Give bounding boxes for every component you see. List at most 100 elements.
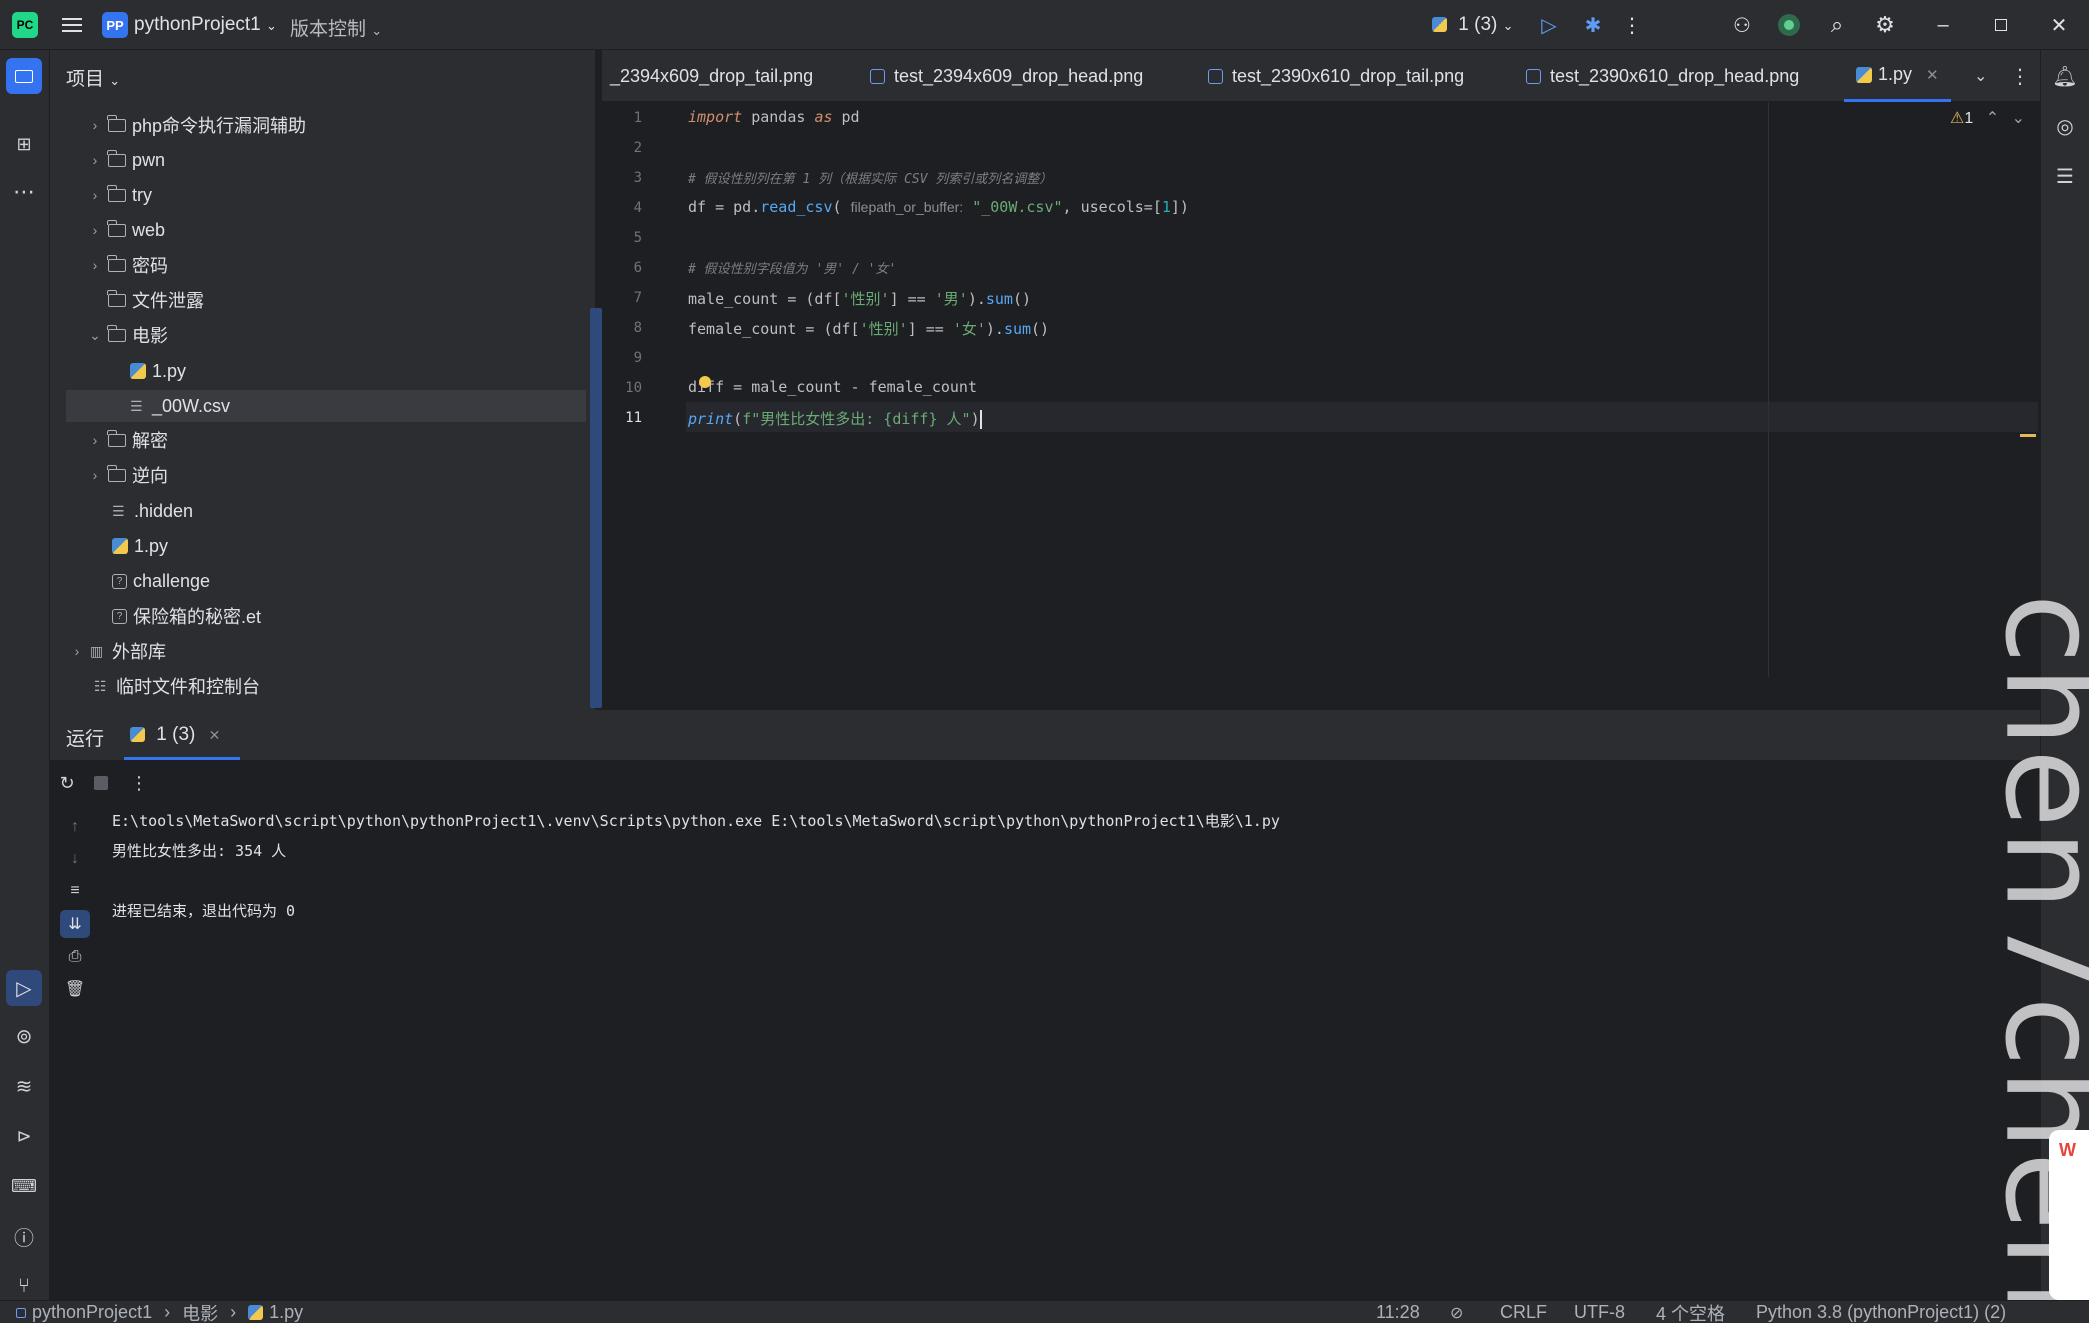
tree-item-file[interactable]: ? challenge: [112, 565, 210, 597]
text-file-icon: ☰: [112, 503, 125, 519]
tree-item-folder[interactable]: › pwn: [88, 144, 165, 176]
code-line-4[interactable]: df = pd.read_csv( filepath_or_buffer: "_…: [688, 198, 1189, 216]
vcs-menu-label: 版本控制: [290, 19, 367, 40]
layers-icon[interactable]: ≋: [8, 1070, 40, 1102]
code-line-11[interactable]: print(f"男性比女性多出: {diff} 人"): [688, 408, 982, 429]
print-icon[interactable]: ⎙: [64, 946, 86, 968]
problems-icon[interactable]: ⓘ: [8, 1220, 40, 1252]
left-tool-strip: ⊞ ⋯ ▷ ⊚ ≋ ⊳ ⌨ ⓘ ⑂: [0, 50, 50, 1300]
git-branch-icon[interactable]: ⑂: [8, 1270, 40, 1302]
tree-item-label: 文件泄露: [132, 291, 204, 311]
code-line-3[interactable]: # 假设性别列在第 1 列（根据实际 CSV 列索引或列名调整）: [688, 168, 1052, 187]
more-tools-icon[interactable]: ⋯: [8, 176, 40, 208]
search-icon[interactable]: ⌕: [1824, 12, 1850, 38]
tab-image-file[interactable]: test_2390x610_drop_head.png: [1526, 50, 1799, 102]
ai-assistant-icon[interactable]: [1778, 14, 1800, 36]
run-tool-icon[interactable]: ▷: [6, 970, 42, 1006]
close-tab-icon[interactable]: ✕: [1926, 66, 1939, 84]
scratch-file-icon: ☷: [94, 678, 107, 694]
code-line-1[interactable]: import pandas as pd: [688, 108, 860, 126]
project-selector[interactable]: pythonProject1 ⌄: [134, 14, 277, 36]
rerun-icon[interactable]: ↻: [56, 772, 78, 794]
code-line-6[interactable]: # 假设性别字段值为 '男' / '女': [688, 258, 896, 277]
caret-position[interactable]: 11:28: [1376, 1301, 1420, 1323]
tree-item-file[interactable]: ? 保险箱的秘密.et: [112, 600, 261, 632]
tree-item-folder[interactable]: ⌄ 电影: [88, 319, 168, 351]
breadcrumb-item[interactable]: 电影: [182, 1300, 218, 1323]
more-run-options-icon[interactable]: ⋮: [128, 772, 150, 794]
file-encoding[interactable]: UTF-8: [1574, 1301, 1625, 1323]
line-number-current: 11: [625, 410, 642, 426]
tree-item-folder[interactable]: › php命令执行漏洞辅助: [88, 109, 306, 141]
chevron-down-icon[interactable]: ⌄: [2012, 110, 2025, 127]
project-scrollbar[interactable]: [590, 308, 602, 708]
line-separator[interactable]: CRLF: [1500, 1301, 1547, 1323]
project-folder-icon[interactable]: [6, 58, 42, 94]
debug-icon[interactable]: ✱: [1580, 12, 1606, 38]
tab-list-chevron-icon[interactable]: ⌄: [1974, 50, 1987, 102]
close-window-icon[interactable]: ✕: [2046, 12, 2072, 38]
trash-icon[interactable]: 🗑︎: [64, 978, 86, 1000]
chevron-up-icon[interactable]: ⌃: [1986, 110, 1999, 127]
tree-item-folder[interactable]: 文件泄露: [88, 284, 204, 316]
inspection-widget[interactable]: ⚠1 ⌃ ⌄: [1950, 108, 2025, 128]
python-interpreter[interactable]: Python 3.8 (pythonProject1) (2): [1756, 1301, 2006, 1323]
tree-item-folder[interactable]: › web: [88, 214, 165, 246]
breadcrumb-item[interactable]: 1.py: [269, 1302, 303, 1323]
maximize-icon[interactable]: [1988, 12, 2014, 38]
tab-image-file[interactable]: test_2394x609_drop_head.png: [870, 50, 1143, 102]
notifications-bell-icon[interactable]: 🔔︎: [2049, 60, 2081, 92]
lightbulb-intention-icon[interactable]: [699, 376, 711, 388]
editor-tab-bar: _2394x609_drop_tail.png test_2394x609_dr…: [602, 50, 2040, 102]
notification-popup[interactable]: W: [2049, 1130, 2089, 1300]
project-panel-header[interactable]: 项目 ⌄: [66, 64, 120, 91]
run-icon[interactable]: ▷: [1536, 12, 1562, 38]
tree-item-label: 临时文件和控制台: [116, 677, 260, 697]
ai-chat-icon[interactable]: ◎: [2049, 110, 2081, 142]
python-console-icon[interactable]: ⊚: [8, 1020, 40, 1052]
tree-item-file[interactable]: ☰ .hidden: [112, 495, 193, 527]
tab-image-file[interactable]: _2394x609_drop_tail.png: [610, 50, 813, 102]
run-tab[interactable]: 1 (3) ✕: [124, 724, 240, 760]
terminal-icon[interactable]: ⌨: [8, 1170, 40, 1202]
run-config-selector[interactable]: 1 (3) ⌄: [1432, 14, 1514, 36]
tree-item-folder[interactable]: › try: [88, 179, 152, 211]
scroll-to-end-icon[interactable]: ⇊: [60, 910, 90, 938]
vcs-menu[interactable]: 版本控制 ⌄: [290, 14, 382, 41]
tree-item-library[interactable]: › ▥ 外部库: [70, 635, 166, 667]
tab-active-python[interactable]: 1.py ✕: [1844, 50, 1951, 102]
inspections-off-icon[interactable]: ⊘: [1450, 1301, 1463, 1323]
close-tab-icon[interactable]: ✕: [209, 727, 221, 743]
soft-wrap-icon[interactable]: ≡: [64, 880, 86, 902]
tree-item-file[interactable]: 1.py: [112, 530, 168, 562]
code-line-7[interactable]: male_count = (df['性别'] == '男').sum(): [688, 288, 1031, 309]
code-line-10[interactable]: diff = male_count - female_count: [688, 378, 977, 396]
tree-item-file-selected[interactable]: ☰ _00W.csv: [66, 390, 586, 422]
tab-image-file[interactable]: test_2390x610_drop_tail.png: [1208, 50, 1464, 102]
tree-item-folder[interactable]: › 解密: [88, 424, 168, 456]
tab-options-icon[interactable]: ⋮: [2010, 50, 2030, 102]
tree-item-file[interactable]: 1.py: [130, 355, 186, 387]
settings-gear-icon[interactable]: ⚙: [1872, 12, 1898, 38]
minimize-icon[interactable]: –: [1930, 12, 1956, 38]
structure-icon[interactable]: ⊞: [8, 128, 40, 160]
chevron-down-icon: ⌄: [1502, 18, 1514, 33]
folder-icon: [107, 219, 126, 237]
arrow-up-icon[interactable]: ↑: [64, 816, 86, 838]
main-menu-icon[interactable]: [58, 12, 86, 38]
line-number: 1: [633, 110, 642, 126]
code-line-8[interactable]: female_count = (df['性别'] == '女').sum(): [688, 318, 1049, 339]
tree-item-scratch[interactable]: ☷ 临时文件和控制台: [94, 670, 260, 702]
arrow-down-icon[interactable]: ↓: [64, 848, 86, 870]
indent-setting[interactable]: 4 个空格: [1656, 1301, 1725, 1323]
tree-item-folder[interactable]: › 密码: [88, 249, 168, 281]
add-user-icon[interactable]: ⚇: [1728, 12, 1756, 38]
warning-stripe-marker[interactable]: [2020, 434, 2036, 437]
breadcrumb-item[interactable]: pythonProject1: [32, 1302, 152, 1323]
services-icon[interactable]: ⊳: [8, 1120, 40, 1152]
database-icon[interactable]: ☰: [2049, 160, 2081, 192]
more-actions-icon[interactable]: ⋮: [1622, 12, 1642, 38]
tree-item-label: challenge: [133, 570, 211, 591]
stop-icon[interactable]: [90, 772, 112, 794]
tree-item-folder[interactable]: › 逆向: [88, 459, 168, 491]
